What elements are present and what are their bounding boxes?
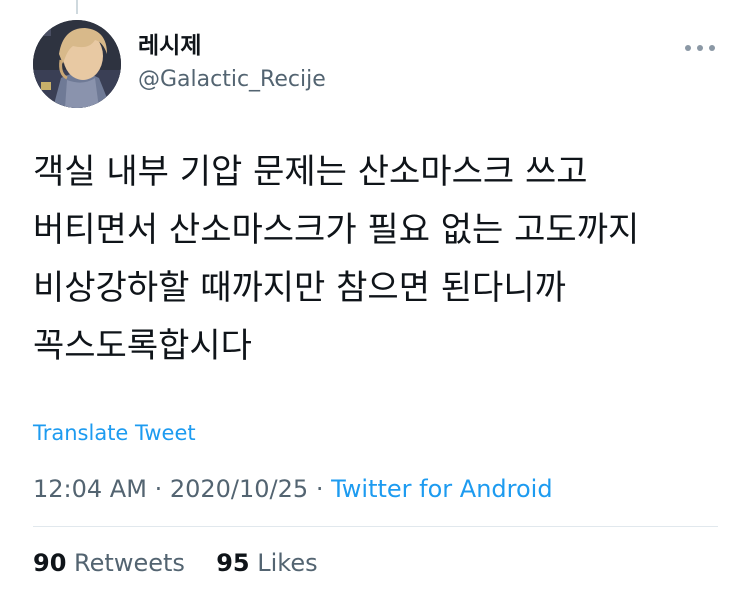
thread-connector-line (76, 0, 78, 14)
tweet-source-link[interactable]: Twitter for Android (331, 475, 552, 503)
more-horizontal-icon (685, 45, 715, 51)
tweet-date[interactable]: 2020/10/25 (170, 475, 308, 503)
engagement-stats: 90 Retweets 95 Likes (33, 547, 318, 579)
tweet-time[interactable]: 12:04 AM (33, 475, 147, 503)
likes-stat[interactable]: 95 Likes (209, 549, 318, 577)
translate-tweet-link[interactable]: Translate Tweet (33, 419, 196, 447)
more-options-button[interactable] (680, 34, 720, 62)
avatar[interactable] (33, 20, 121, 108)
retweets-stat[interactable]: 90 Retweets (33, 549, 193, 577)
tweet-metadata: 12:04 AM · 2020/10/25 · Twitter for Andr… (33, 473, 553, 505)
divider (33, 526, 718, 527)
meta-separator: · (315, 475, 324, 503)
user-handle[interactable]: @Galactic_Recije (138, 65, 326, 95)
display-name[interactable]: 레시제 (138, 31, 201, 61)
tweet-text: 객실 내부 기압 문제는 산소마스크 쓰고 버티면서 산소마스크가 필요 없는 … (33, 152, 640, 366)
retweets-count: 90 (33, 549, 67, 577)
likes-label: Likes (257, 549, 318, 577)
retweets-label: Retweets (74, 549, 185, 577)
likes-count: 95 (216, 549, 250, 577)
meta-separator: · (154, 475, 163, 503)
avatar-image (33, 20, 121, 108)
